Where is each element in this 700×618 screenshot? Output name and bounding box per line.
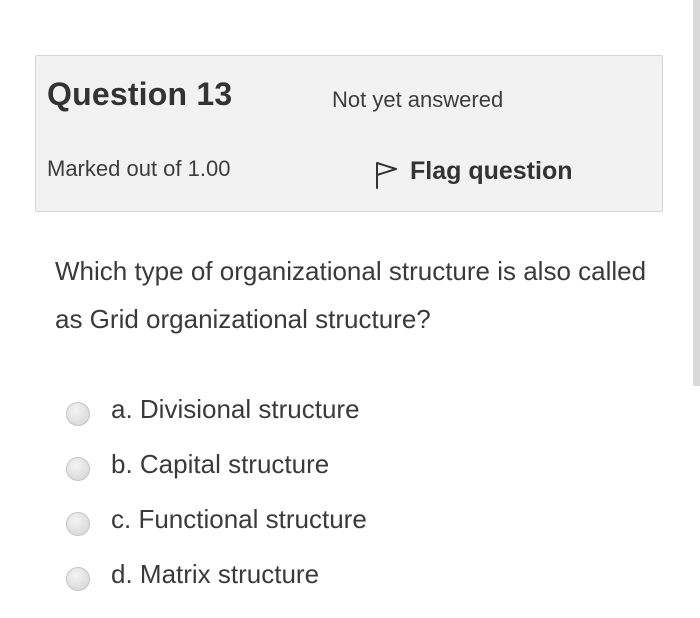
flag-question-label: Flag question <box>410 156 573 185</box>
answer-option-c[interactable]: c. Functional structure <box>66 492 367 547</box>
question-text: Which type of organizational structure i… <box>55 256 647 334</box>
radio-button[interactable] <box>66 456 90 481</box>
answer-option-a[interactable]: a. Divisional structure <box>66 382 367 437</box>
answer-options: a. Divisional structure b. Capital struc… <box>66 382 367 602</box>
flag-question-button[interactable]: Flag question <box>374 152 573 190</box>
answer-label[interactable]: b. Capital structure <box>111 449 329 480</box>
question-status: Not yet answered <box>332 87 504 112</box>
radio-button[interactable] <box>66 511 90 536</box>
answer-label[interactable]: c. Functional structure <box>111 504 367 535</box>
answer-label[interactable]: d. Matrix structure <box>111 559 319 590</box>
answer-option-b[interactable]: b. Capital structure <box>66 437 367 492</box>
answer-label[interactable]: a. Divisional structure <box>111 394 360 425</box>
page-scrollbar[interactable] <box>693 0 700 386</box>
radio-button[interactable] <box>66 401 90 426</box>
radio-button[interactable] <box>66 566 90 591</box>
flag-outline-icon <box>376 162 397 189</box>
question-marks: Marked out of 1.00 <box>47 156 231 181</box>
answer-option-d[interactable]: d. Matrix structure <box>66 547 367 602</box>
question-info-box: Question 13 Not yet answered Marked out … <box>35 55 663 212</box>
question-number: Question 13 <box>47 76 233 112</box>
